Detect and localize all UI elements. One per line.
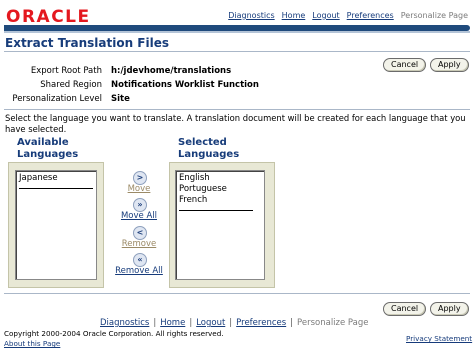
remove-icon[interactable]: < [133,226,147,240]
footer-personalize-page-link: Personalize Page [297,318,369,328]
selected-heading: Selected Languages [178,137,239,161]
selected-list[interactable]: English Portuguese French [175,170,265,280]
shared-region-label: Shared Region [40,80,102,90]
footer-links: Diagnostics | Home | Logout | Preferences | Pers… [100,318,369,328]
logout-link[interactable]: Logout [312,11,339,20]
list-spacer-line [179,210,253,211]
personalization-level-value: Site [111,94,130,104]
footer-logout-link[interactable]: Logout [196,318,225,328]
footer-diagnostics-link[interactable]: Diagnostics [100,318,149,328]
export-root-path-value: h:/jdevhome/translations [111,66,232,76]
selected-heading-line1: Selected [178,137,227,148]
preferences-link[interactable]: Preferences [347,11,394,20]
remove-link[interactable]: Remove [115,239,163,249]
available-panel: Japanese [8,162,104,288]
selected-option-portuguese[interactable]: Portuguese [176,184,264,195]
move-icon[interactable]: > [133,171,147,185]
selected-heading-line2: Languages [178,149,240,160]
copyright-text: Copyright 2000-2004 Oracle Corporation. … [4,329,224,338]
available-heading: Available Languages [17,137,78,161]
personalization-level-label: Personalization Level [12,94,102,104]
shared-region-value: Notifications Worklist Function [111,80,259,90]
available-list[interactable]: Japanese [15,170,97,280]
page-title: Extract Translation Files [5,36,170,50]
available-heading-line2: Languages [17,149,79,160]
move-link[interactable]: Move [119,184,159,194]
about-page-link[interactable]: About this Page [4,339,60,348]
selected-option-english[interactable]: English [176,173,264,184]
available-option-japanese[interactable]: Japanese [16,173,96,184]
home-link[interactable]: Home [282,11,306,20]
header-bar-shadow [4,31,470,33]
footer-home-link[interactable]: Home [160,318,185,328]
available-heading-line1: Available [17,137,69,148]
privacy-statement-link[interactable]: Privacy Statement [406,334,472,343]
selected-option-french[interactable]: French [176,195,264,206]
footer-preferences-link[interactable]: Preferences [236,318,286,328]
apply-button[interactable]: Apply [430,58,469,72]
global-links: Diagnostics Home Logout Preferences Pers… [221,11,468,20]
remove-all-link[interactable]: Remove All [113,266,165,276]
cancel-button[interactable]: Cancel [383,58,427,72]
export-root-path-label: Export Root Path [30,66,102,76]
remove-all-icon[interactable]: « [133,253,147,267]
move-all-icon[interactable]: » [133,198,147,212]
section-divider [4,109,470,110]
move-all-link[interactable]: Move All [115,211,163,221]
list-spacer-line [19,188,93,189]
bottom-divider [4,293,470,294]
personalize-page-link: Personalize Page [400,11,468,20]
cancel-button-bottom[interactable]: Cancel [383,302,427,316]
oracle-logo: ORACLE [6,7,91,27]
selected-panel: English Portuguese French [169,162,275,288]
apply-button-bottom[interactable]: Apply [430,302,469,316]
diagnostics-link[interactable]: Diagnostics [228,11,274,20]
instruction-text: Select the language you want to translat… [5,113,466,134]
